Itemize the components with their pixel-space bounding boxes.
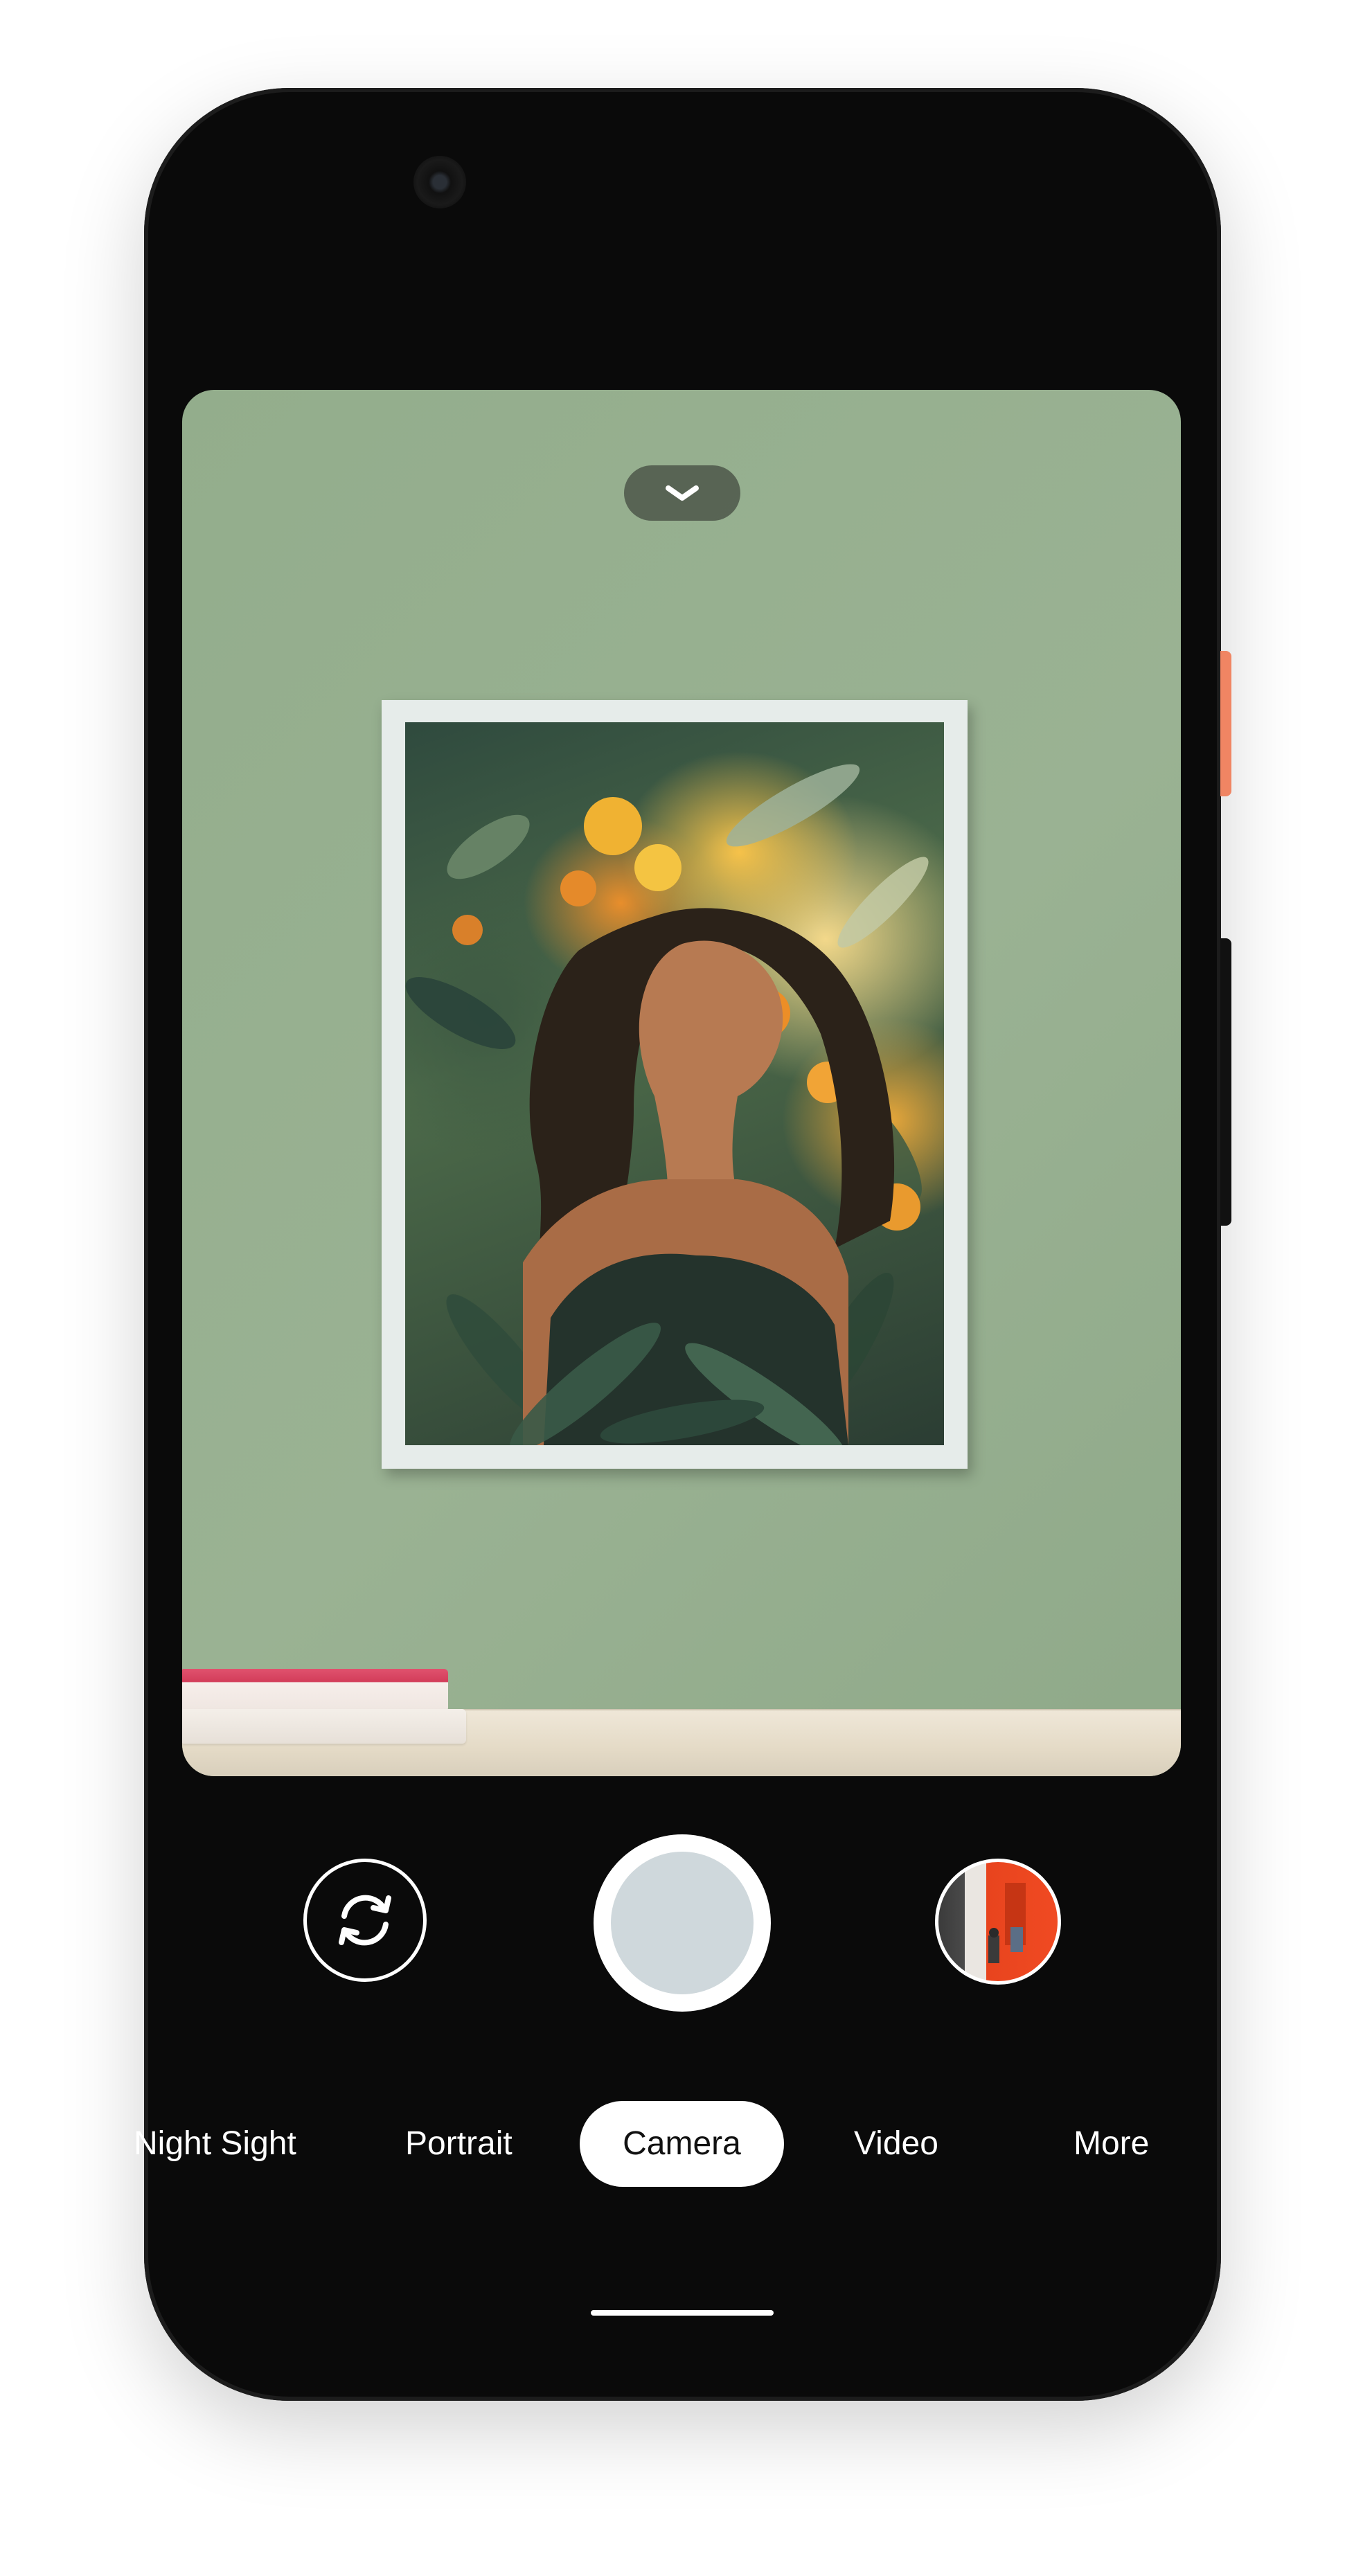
mode-camera[interactable]: Camera — [580, 2101, 784, 2187]
last-photo-thumbnail — [988, 1883, 1026, 1963]
power-button — [1220, 651, 1231, 796]
mode-portrait[interactable]: Portrait — [405, 2101, 513, 2187]
shutter-button[interactable] — [594, 1834, 771, 2012]
picture-frame — [382, 700, 968, 1469]
framed-artwork — [405, 722, 944, 1445]
collapse-settings-button[interactable] — [624, 465, 740, 521]
book — [182, 1669, 448, 1712]
camera-viewfinder[interactable] — [182, 390, 1181, 1776]
mode-more[interactable]: More — [1074, 2101, 1149, 2187]
front-camera-icon — [413, 156, 466, 208]
camera-flip-icon — [339, 1895, 391, 1946]
shutter-inner — [611, 1852, 754, 1994]
switch-camera-button[interactable] — [303, 1859, 427, 1982]
home-indicator[interactable] — [591, 2310, 774, 2316]
volume-rocker — [1220, 938, 1231, 1226]
gallery-thumbnail-button[interactable] — [935, 1859, 1061, 1985]
chevron-down-icon — [666, 485, 699, 501]
mode-night-sight[interactable]: Night Sight — [134, 2101, 296, 2187]
book — [182, 1709, 466, 1744]
camera-mode-selector: Night Sight Portrait Camera Video More — [0, 2101, 1363, 2187]
mode-video[interactable]: Video — [854, 2101, 938, 2187]
